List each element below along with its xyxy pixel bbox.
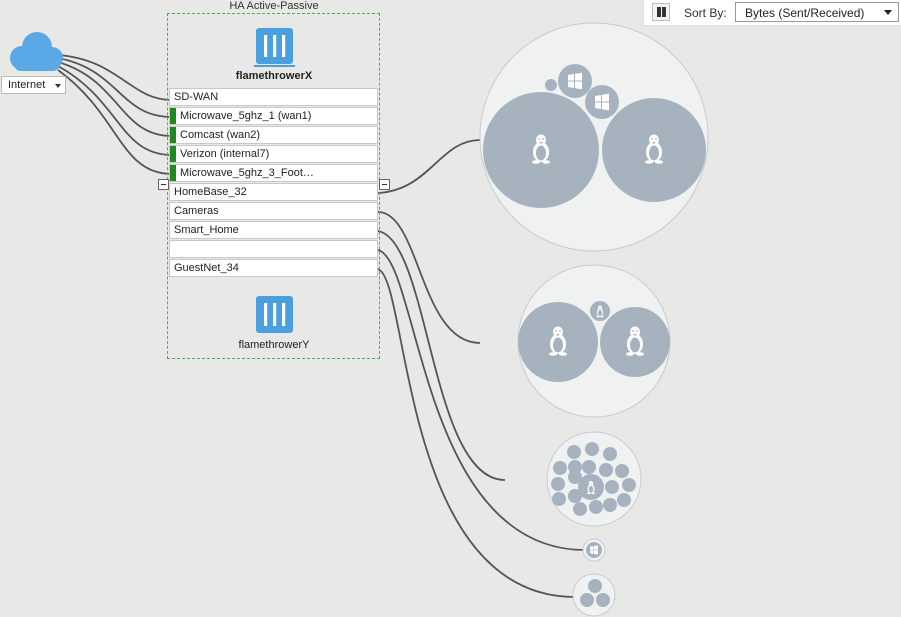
lan-interface-row[interactable] [169, 240, 378, 258]
internet-dropdown[interactable]: Internet [1, 76, 66, 94]
sort-by-select[interactable]: Bytes (Sent/Received) [735, 2, 899, 22]
wan-link-row[interactable]: Verizon (internal7) [169, 145, 378, 163]
sd-wan-label: SD-WAN [174, 91, 219, 103]
cluster-title: HA Active-Passive [229, 0, 319, 12]
link-status-bar [170, 165, 176, 181]
collapse-lan-button[interactable] [379, 179, 390, 190]
caret-down-icon [55, 84, 61, 88]
sort-by-label: Sort By: [684, 6, 727, 20]
interface-label: GuestNet_34 [174, 262, 239, 274]
chevron-down-icon [884, 10, 892, 15]
host-group-blurred[interactable] [582, 538, 606, 562]
link-status-bar [170, 146, 176, 162]
lan-interface-row[interactable]: Smart_Home [169, 221, 378, 239]
topology-canvas [10, 22, 709, 617]
host-group-guestnet[interactable] [572, 573, 616, 617]
wan-link-label: Comcast (wan2) [180, 129, 261, 141]
lan-interface-row[interactable]: Cameras [169, 202, 378, 220]
cloud-icon[interactable] [10, 32, 63, 71]
toolbar: Sort By: Bytes (Sent/Received) [643, 0, 901, 26]
wan-link-label: Microwave_5ghz_3_Foot… [180, 167, 314, 179]
wan-link-label: Verizon (internal7) [180, 148, 270, 160]
host-group-smart-home[interactable] [546, 431, 642, 527]
interface-label: Cameras [174, 205, 219, 217]
pause-button[interactable] [652, 3, 670, 21]
wan-links [57, 54, 173, 175]
link-status-bar [170, 127, 176, 143]
sd-wan-group[interactable]: SD-WAN [169, 88, 378, 106]
wan-link-row[interactable]: Comcast (wan2) [169, 126, 378, 144]
interface-label: Smart_Home [174, 224, 239, 236]
interface-label: HomeBase_32 [174, 186, 247, 198]
lan-interface-row[interactable]: GuestNet_34 [169, 259, 378, 277]
collapse-wan-button[interactable] [158, 179, 169, 190]
secondary-device-name[interactable]: flamethrowerY [168, 339, 380, 351]
host-group-homebase[interactable] [479, 22, 709, 252]
internet-label: Internet [8, 79, 46, 91]
lan-interface-row[interactable]: HomeBase_32 [169, 183, 378, 201]
wan-link-label: Microwave_5ghz_1 (wan1) [180, 110, 312, 122]
link-status-bar [170, 108, 176, 124]
interface-list: SD-WAN Microwave_5ghz_1 (wan1) Comcast (… [169, 88, 378, 278]
wan-link-row[interactable]: Microwave_5ghz_3_Foot… [169, 164, 378, 182]
primary-device-name[interactable]: flamethrowerX [168, 70, 380, 82]
wan-link-row[interactable]: Microwave_5ghz_1 (wan1) [169, 107, 378, 125]
host-group-cameras[interactable] [517, 264, 671, 418]
sort-by-value: Bytes (Sent/Received) [745, 6, 865, 20]
